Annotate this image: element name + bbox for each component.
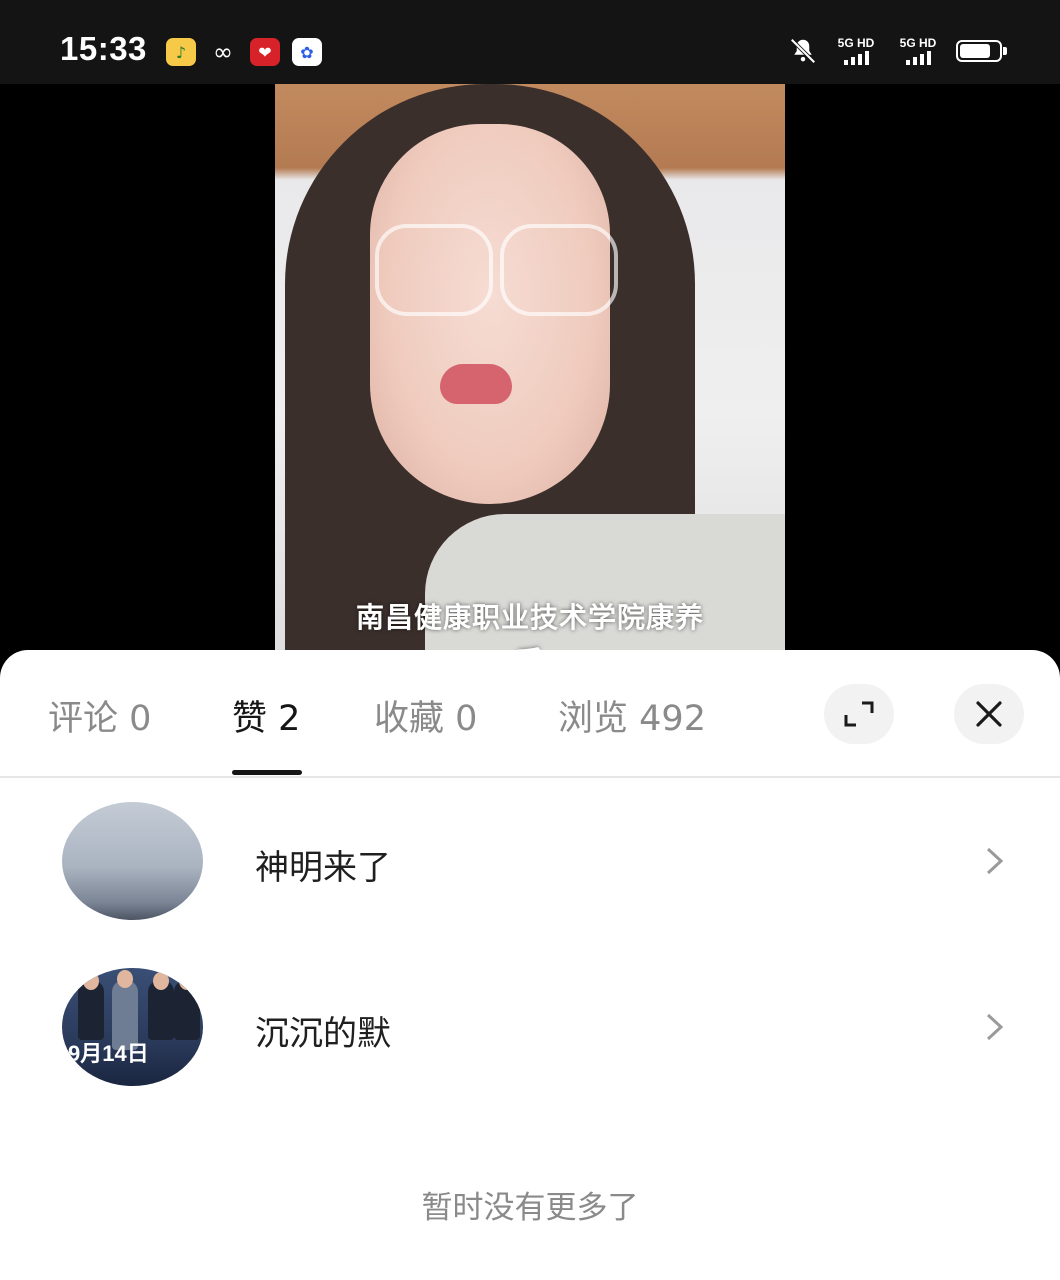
tab-bar: 评论 0 赞 2 收藏 0 浏览 492 bbox=[0, 650, 1060, 778]
tab-count: 492 bbox=[639, 699, 706, 739]
list-item[interactable]: 神明来了 bbox=[0, 796, 1060, 926]
signal-bars-icon bbox=[843, 51, 869, 65]
video-caption: 南昌健康职业技术学院康养 bbox=[355, 601, 704, 634]
tab-count: 2 bbox=[278, 699, 301, 739]
user-name: 沉沉的默 bbox=[255, 1014, 391, 1054]
tab-active-indicator bbox=[232, 770, 302, 775]
system-icons: 5G HD 5G HD bbox=[788, 36, 1007, 66]
chevron-right-icon bbox=[986, 847, 1004, 875]
expand-icon bbox=[844, 701, 874, 727]
poster-figure-head bbox=[153, 972, 169, 990]
tab-favorites[interactable]: 收藏 0 bbox=[374, 690, 477, 741]
signal-bars-icon bbox=[905, 51, 931, 65]
status-bar: 15:33 ♪ ∞ ❤ ✿ 5G HD 5G HD bbox=[0, 0, 1060, 84]
video-frame-glasses bbox=[375, 224, 493, 316]
heart-app-icon: ❤ bbox=[250, 38, 280, 66]
tab-count: 0 bbox=[129, 699, 152, 739]
signal-2-label: 5G HD bbox=[899, 36, 937, 50]
chevron-right-icon bbox=[986, 1013, 1004, 1041]
video-player[interactable]: 南昌健康职业技术学院康养 系 bbox=[275, 84, 785, 684]
tab-label: 收藏 bbox=[374, 699, 445, 739]
signal-1-label: 5G HD bbox=[837, 36, 875, 50]
battery-nub bbox=[1003, 47, 1007, 55]
tab-label: 浏览 bbox=[558, 699, 629, 739]
battery-fill bbox=[960, 44, 990, 58]
tab-label: 评论 bbox=[48, 699, 119, 739]
mute-icon bbox=[790, 38, 816, 64]
tab-likes[interactable]: 赞 2 bbox=[232, 690, 300, 741]
poster-figure-head bbox=[179, 972, 195, 990]
video-frame-lips bbox=[440, 364, 512, 404]
tab-comments[interactable]: 评论 0 bbox=[48, 690, 151, 741]
close-icon bbox=[976, 701, 1002, 727]
user-name: 神明来了 bbox=[255, 848, 391, 888]
avatar[interactable] bbox=[62, 802, 203, 920]
baidu-icon: ✿ bbox=[292, 38, 322, 66]
avatar[interactable]: 9月14日 bbox=[62, 968, 203, 1086]
list-item[interactable]: 9月14日 沉沉的默 bbox=[0, 962, 1060, 1092]
tab-count: 0 bbox=[455, 699, 478, 739]
video-frame-glasses bbox=[500, 224, 618, 316]
close-button[interactable] bbox=[954, 684, 1024, 744]
avatar-poster-text: 9月14日 bbox=[68, 1041, 149, 1066]
tab-views[interactable]: 浏览 492 bbox=[558, 690, 706, 741]
signal-2: 5G HD bbox=[894, 37, 942, 65]
likes-sheet: 评论 0 赞 2 收藏 0 浏览 492 神明来了 9月14日 沉沉的默 暂时没… bbox=[0, 650, 1060, 1280]
no-more-label: 暂时没有更多了 bbox=[421, 1190, 639, 1226]
expand-button[interactable] bbox=[824, 684, 894, 744]
poster-figure-head bbox=[83, 972, 99, 990]
status-time: 15:33 bbox=[60, 30, 147, 67]
poster-figure-head bbox=[117, 970, 133, 988]
loop-icon: ∞ bbox=[213, 38, 233, 66]
signal-1: 5G HD bbox=[832, 37, 880, 65]
notification-icons: ♪ ∞ ❤ ✿ bbox=[166, 38, 322, 66]
qq-music-icon: ♪ bbox=[166, 38, 196, 66]
tab-label: 赞 bbox=[232, 699, 268, 739]
battery-icon bbox=[956, 40, 1007, 62]
